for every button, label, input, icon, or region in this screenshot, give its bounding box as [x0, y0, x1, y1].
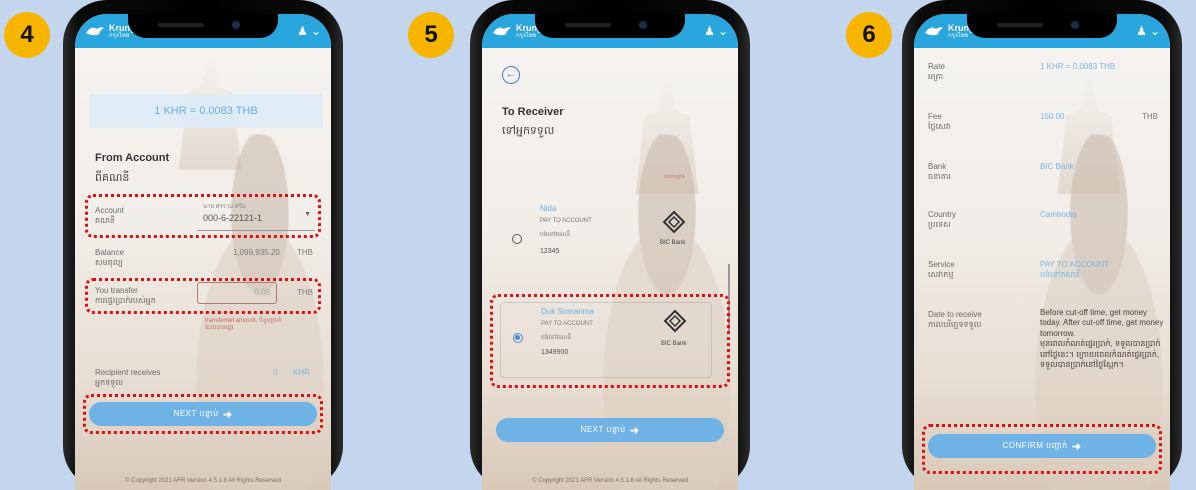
highlight-box — [490, 294, 730, 388]
user-menu[interactable]: ♟ ⌄ — [1136, 24, 1160, 38]
rate-value: 1 KHR = 0.0083 THB — [1040, 62, 1116, 71]
brand-name-th: กรุงไทย — [516, 32, 537, 39]
fee-currency: THB — [1142, 112, 1158, 121]
phone-frame-step-6: Krung กรุงไทย ♟ ⌄ Rate អត្រា 1 KHR = 0.0083… — [902, 0, 1182, 490]
user-icon: ♟ — [1136, 24, 1147, 38]
chevron-down-icon: ⌄ — [717, 24, 728, 38]
bird-logo-icon — [925, 27, 943, 36]
service-label: Service សេវាកម្ម — [928, 260, 955, 279]
enter-arrow-icon: ➜ — [629, 424, 640, 437]
from-account-title: From Account — [95, 152, 170, 164]
receiver-type-km: បង់ទៅគណនី — [540, 232, 571, 238]
highlight-box — [922, 424, 1162, 474]
highlight-box — [85, 278, 321, 314]
date-to-receive-value: Before cut-off time, get money today. Af… — [1040, 308, 1164, 369]
user-menu[interactable]: ♟ ⌄ — [297, 24, 321, 38]
phone-notch — [535, 14, 685, 38]
phone-screen: Krungthaiกรุงไทย ♟⌄ 1 KHR = 0.0083 THB F… — [75, 14, 331, 490]
from-account-title-km: ពីគណនី — [95, 172, 130, 184]
phone-screen: Krung กรุงไทย ♟ ⌄ ← To Receiver ទៅអ្នកទទួល… — [482, 14, 738, 490]
receiver-name: Nida — [540, 204, 557, 213]
next-button[interactable]: NEXT បន្ទាប់ ➜ — [496, 418, 724, 442]
balance-currency: THB — [297, 248, 313, 257]
transfer-note: transferred amount, ចំនួនប្រាក់ដែលបានផ្ទ… — [205, 318, 282, 332]
highlight-box — [83, 394, 323, 434]
balance-value: 1,099,935.20 — [233, 248, 280, 257]
to-receiver-title-km: ទៅអ្នកទទួល — [502, 125, 555, 137]
step-badge: 6 — [846, 12, 892, 58]
user-menu[interactable]: ♟ ⌄ — [704, 24, 728, 38]
highlight-box — [85, 194, 321, 238]
receiver-number: 12345 — [540, 248, 560, 255]
receiver-radio[interactable] — [512, 234, 522, 244]
recipient-receives-value: 0 — [273, 368, 278, 377]
chevron-down-icon: ⌄ — [1149, 24, 1160, 38]
receiver-type: PAY TO ACCOUNT — [540, 218, 592, 224]
date-to-receive-label: Date to receive កាលបរិច្ឆេទទទួល — [928, 310, 982, 329]
brand-name-th: กรุงไทย — [948, 32, 969, 39]
recipient-receives-currency: KHR — [293, 368, 310, 377]
user-icon: ♟ — [704, 24, 715, 38]
recipient-receives-label: Recipient receives អ្នកទទួល — [95, 368, 161, 387]
chevron-down-icon: ⌄ — [310, 24, 321, 38]
rate-label: Rate អត្រា — [928, 62, 945, 81]
user-icon: ♟ — [297, 24, 308, 38]
back-arrow-icon[interactable]: ← — [502, 66, 520, 84]
balance-label: Balance សមតុល្យ — [95, 248, 124, 267]
bic-bank-logo-icon — [662, 210, 686, 234]
krungthai-logo: Krung กรุงไทย — [492, 23, 543, 39]
phone-notch — [967, 14, 1117, 38]
to-receiver-title: To Receiver — [502, 106, 564, 118]
bird-logo-icon — [86, 27, 104, 36]
receiver-card[interactable]: Nida PAY TO ACCOUNT បង់ទៅគណនី 12345 BIC … — [500, 200, 712, 288]
bank-value: BIC Bank — [1040, 162, 1074, 171]
step-badge: 4 — [4, 12, 50, 58]
step-badge: 5 — [408, 12, 454, 58]
fee-value: 150.00 — [1040, 112, 1065, 121]
bank-name: BIC Bank — [660, 240, 686, 246]
krungthai-logo: Krung กรุงไทย — [924, 23, 975, 39]
service-value: PAY TO ACCOUNT បង់ទៅគណនី — [1040, 260, 1110, 279]
country-label: Country ប្រទេស — [928, 210, 957, 229]
phone-notch — [128, 14, 278, 38]
exchange-rate: 1 KHR = 0.0083 THB — [154, 105, 258, 117]
rate-banner: 1 KHR = 0.0083 THB — [89, 94, 323, 128]
copyright-footer: © Copyright 2021 AFR Version 4.5.1.8 All… — [125, 478, 281, 484]
bird-logo-icon — [493, 27, 511, 36]
phone-frame-step-5: Krung กรุงไทย ♟ ⌄ ← To Receiver ទៅអ្នកទទួល… — [470, 0, 750, 490]
fee-label: Fee ថ្លៃសេវា — [928, 112, 951, 131]
phone-frame-step-4: Krungthaiกรุงไทย ♟⌄ 1 KHR = 0.0083 THB F… — [63, 0, 343, 490]
phone-screen: Krung กรุงไทย ♟ ⌄ Rate អត្រា 1 KHR = 0.0083… — [914, 14, 1170, 490]
bank-label: Bank ធនាគារ — [928, 162, 951, 181]
country-value: Cambodia — [1040, 210, 1077, 219]
caption: ពេលបន្ទាប់ — [664, 174, 685, 180]
copyright-footer: © Copyright 2021 AFR Version 4.5.1.8 All… — [532, 478, 688, 484]
